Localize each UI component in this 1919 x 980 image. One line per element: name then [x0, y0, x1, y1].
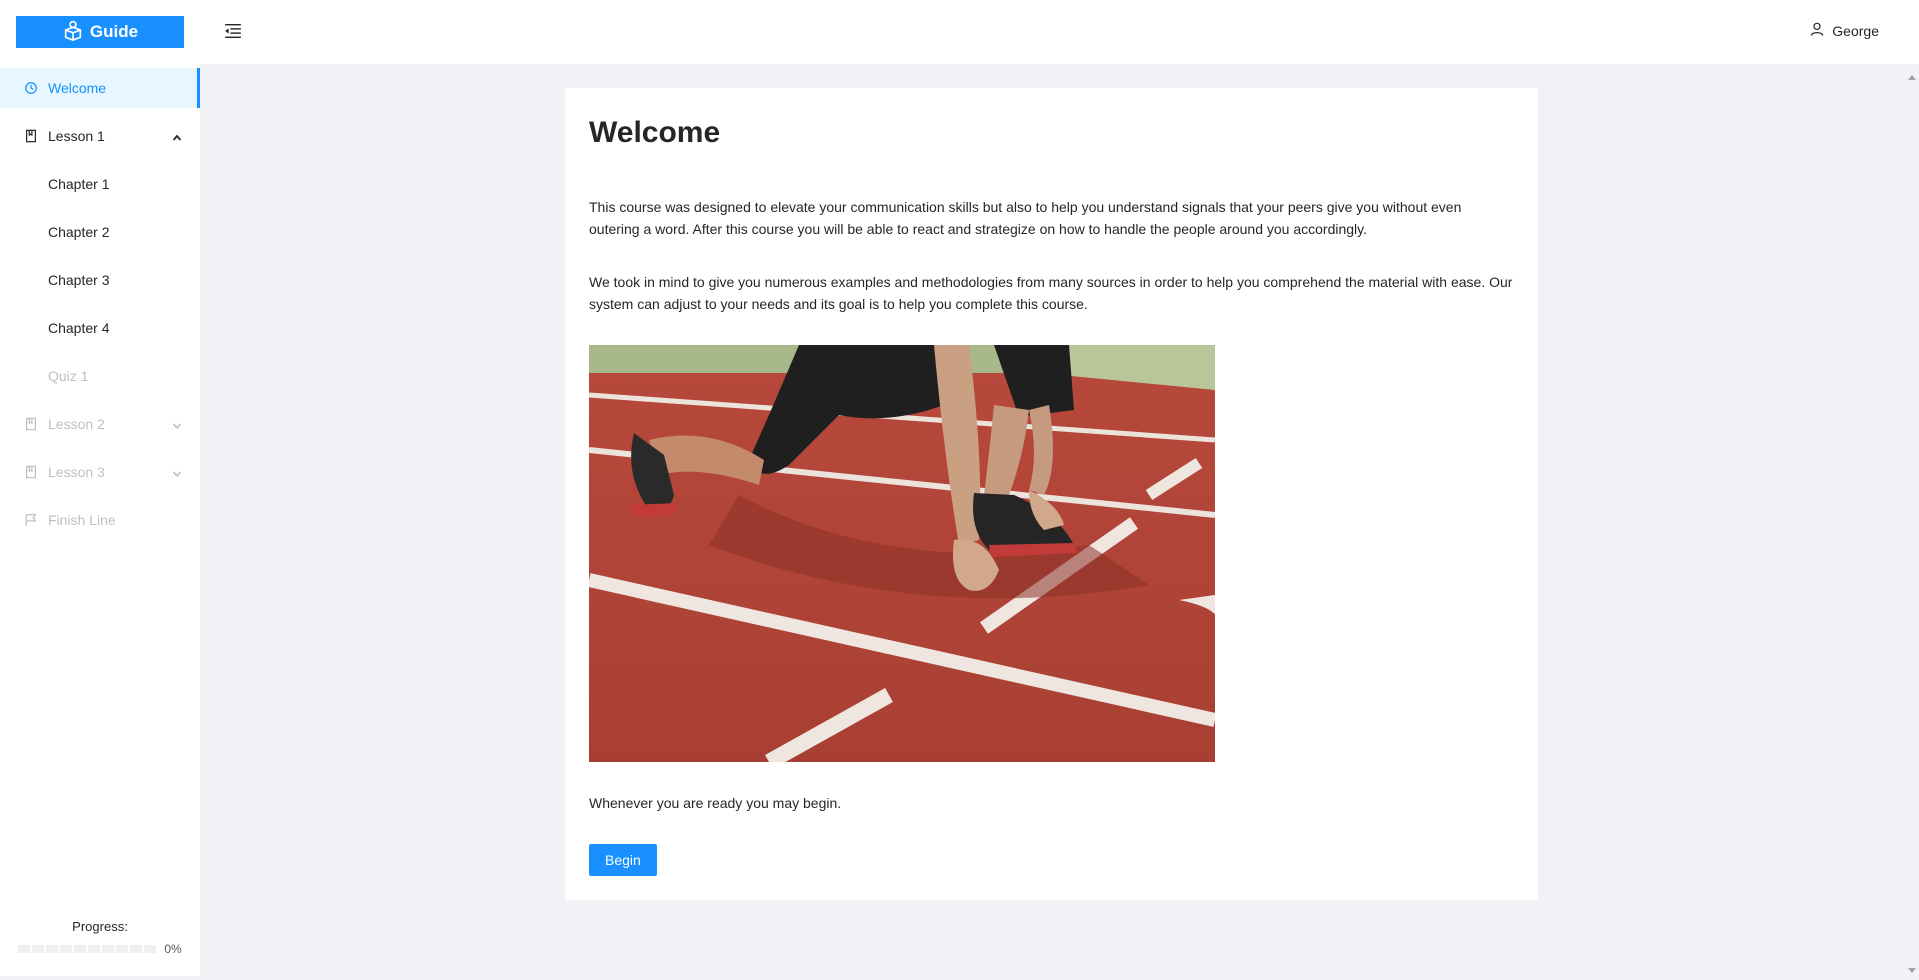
sidebar-item-chapter-1[interactable]: Chapter 1 [0, 164, 200, 204]
hero-image [589, 345, 1215, 762]
chevron-up-icon [172, 130, 182, 140]
progress-step [144, 945, 156, 953]
progress-step [88, 945, 100, 953]
book-icon [24, 129, 38, 143]
sidebar-item-lesson-2: Lesson 2 [0, 404, 200, 444]
sidebar-item-label: Welcome [48, 80, 106, 96]
progress-step [46, 945, 58, 953]
content-card: Welcome This course was designed to elev… [565, 88, 1538, 900]
progress-step [116, 945, 128, 953]
scroll-down-icon[interactable] [1907, 962, 1917, 970]
logo-text: Guide [90, 22, 138, 42]
progress-step [130, 945, 142, 953]
course-progress: Progress: 0% [0, 919, 200, 956]
box-logo-icon [62, 19, 84, 46]
ready-paragraph: Whenever you are ready you may begin. [589, 792, 841, 814]
progress-step [102, 945, 114, 953]
progress-step [18, 945, 30, 953]
progress-step [74, 945, 86, 953]
sidebar-item-lesson-1[interactable]: Lesson 1 [0, 116, 200, 156]
sidebar-item-label: Chapter 3 [48, 272, 109, 288]
book-icon [24, 417, 38, 431]
flag-icon [24, 513, 38, 527]
sidebar-item-welcome[interactable]: Welcome [0, 68, 200, 108]
sidebar-item-label: Chapter 1 [48, 176, 109, 192]
book-icon [24, 465, 38, 479]
sidebar-item-label: Lesson 1 [48, 128, 105, 144]
intro-paragraph: This course was designed to elevate your… [589, 196, 1514, 240]
sidebar-item-chapter-4[interactable]: Chapter 4 [0, 308, 200, 348]
clock-icon [24, 81, 38, 95]
sidebar-item-label: Lesson 3 [48, 464, 105, 480]
logo[interactable]: Guide [16, 16, 184, 48]
page-title: Welcome [589, 116, 1514, 150]
progress-label: Progress: [0, 919, 200, 934]
sidebar: Welcome Lesson 1 Chapter 1 Chapter 2 Cha… [0, 64, 200, 976]
top-header: Guide George [0, 0, 1919, 64]
sidebar-item-finish-line: Finish Line [0, 500, 200, 540]
progress-step [32, 945, 44, 953]
methodology-paragraph: We took in mind to give you numerous exa… [589, 271, 1514, 315]
begin-button[interactable]: Begin [589, 844, 657, 876]
progress-steps [18, 945, 156, 953]
scroll-up-icon[interactable] [1907, 68, 1917, 76]
sidebar-item-label: Chapter 4 [48, 320, 109, 336]
sidebar-item-label: Lesson 2 [48, 416, 105, 432]
user-menu[interactable]: George [1810, 22, 1879, 39]
sidebar-item-label: Chapter 2 [48, 224, 109, 240]
chevron-down-icon [172, 466, 182, 476]
sidebar-item-label: Quiz 1 [48, 368, 88, 384]
sidebar-item-chapter-2[interactable]: Chapter 2 [0, 212, 200, 252]
sidebar-menu: Welcome Lesson 1 Chapter 1 Chapter 2 Cha… [0, 68, 200, 548]
sidebar-item-chapter-3[interactable]: Chapter 3 [0, 260, 200, 300]
progress-step [60, 945, 72, 953]
sidebar-item-lesson-3: Lesson 3 [0, 452, 200, 492]
sidebar-item-label: Finish Line [48, 512, 116, 528]
sidebar-item-quiz-1: Quiz 1 [0, 356, 200, 396]
user-icon [1810, 22, 1824, 39]
chevron-down-icon [172, 418, 182, 428]
progress-row: 0% [0, 942, 200, 956]
progress-text: 0% [164, 942, 181, 956]
user-name: George [1832, 23, 1879, 39]
menu-fold-icon[interactable] [222, 20, 244, 42]
sidebar-divider [200, 64, 201, 544]
